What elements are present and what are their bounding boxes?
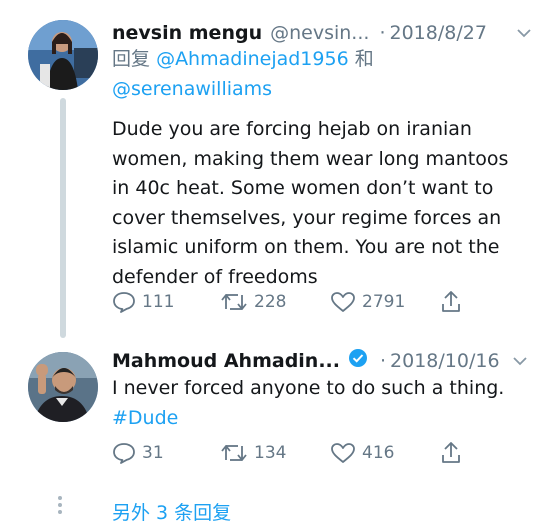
reply-count: 111 (142, 292, 175, 312)
tweet-header: Mahmoud Ahmadin... · 2018/10/16 (112, 348, 500, 373)
tweet-text: I never forced anyone to do such a thing… (112, 374, 542, 433)
retweet-button[interactable]: 228 (220, 291, 286, 313)
share-button[interactable] (440, 441, 462, 465)
retweet-button[interactable]: 134 (220, 442, 286, 464)
replying-to-line2: @serenawilliams (112, 74, 272, 104)
avatar[interactable] (28, 20, 98, 90)
tweet-text-line: islamic uniform on them. You are not the (112, 236, 500, 259)
tweet-nevsin: nevsin mengu @nevsin... · 2018/8/27 回复 @… (0, 0, 550, 340)
like-icon (331, 443, 355, 463)
avatar[interactable] (28, 352, 98, 422)
tweet-header: nevsin mengu @nevsin... · 2018/8/27 (112, 22, 487, 44)
like-button[interactable]: 416 (330, 442, 394, 464)
like-icon (331, 292, 355, 312)
replying-to: 回复 @Ahmadinejad1956 和 (112, 44, 374, 74)
retweet-count: 134 (254, 443, 287, 463)
verified-icon (348, 348, 368, 373)
tweet-date[interactable]: 2018/8/27 (389, 22, 486, 44)
chevron-down-icon[interactable] (516, 24, 532, 43)
reply-icon (113, 443, 135, 464)
tweet-text-line: Dude you are forcing hejab on iranian (112, 118, 472, 140)
reply-count: 31 (142, 443, 164, 463)
tweet-text-line: defender of freedoms (112, 265, 318, 288)
like-count: 2791 (362, 292, 406, 312)
reply-button[interactable]: 31 (112, 442, 164, 464)
tweet-text: Dude you are forcing hejab on iranian wo… (112, 115, 537, 293)
separator-dot: · (379, 22, 386, 44)
share-icon (442, 442, 460, 463)
tweet-date[interactable]: 2018/10/16 (390, 350, 500, 372)
hashtag-link[interactable]: #Dude (112, 404, 542, 434)
show-more-replies-link[interactable]: 另外 3 条回复 (112, 498, 231, 525)
tweet-text-line: cover themselves, your regime forces an (112, 206, 502, 229)
reply-prefix: 回复 (112, 48, 151, 70)
user-handle[interactable]: @nevsin... (270, 22, 369, 44)
retweet-icon (221, 294, 247, 310)
reply-icon (113, 292, 135, 313)
retweet-icon (221, 445, 247, 461)
thread-line (60, 98, 66, 338)
chevron-down-icon[interactable] (512, 352, 528, 371)
tweet-ahmadinejad: Mahmoud Ahmadin... · 2018/10/16 I never … (0, 340, 550, 490)
like-button[interactable]: 2791 (330, 291, 405, 313)
display-name[interactable]: nevsin mengu (112, 22, 262, 44)
tweet-text-line: in 40c heat. Some women don’t want to (112, 177, 494, 200)
tweet-text-line: women, making them wear long mantoos (112, 147, 509, 170)
tweet-text-line: I never forced anyone to do such a thing… (112, 377, 505, 399)
display-name[interactable]: Mahmoud Ahmadin... (112, 350, 340, 372)
share-icon (442, 291, 460, 312)
retweet-count: 228 (254, 292, 287, 312)
mention-link[interactable]: @serenawilliams (112, 78, 272, 100)
share-button[interactable] (440, 290, 462, 314)
separator-dot: · (380, 349, 387, 372)
like-count: 416 (362, 443, 395, 463)
reply-joiner: 和 (354, 48, 374, 70)
mention-link[interactable]: @Ahmadinejad1956 (156, 48, 349, 70)
reply-button[interactable]: 111 (112, 291, 174, 313)
more-replies-dots (58, 496, 62, 514)
